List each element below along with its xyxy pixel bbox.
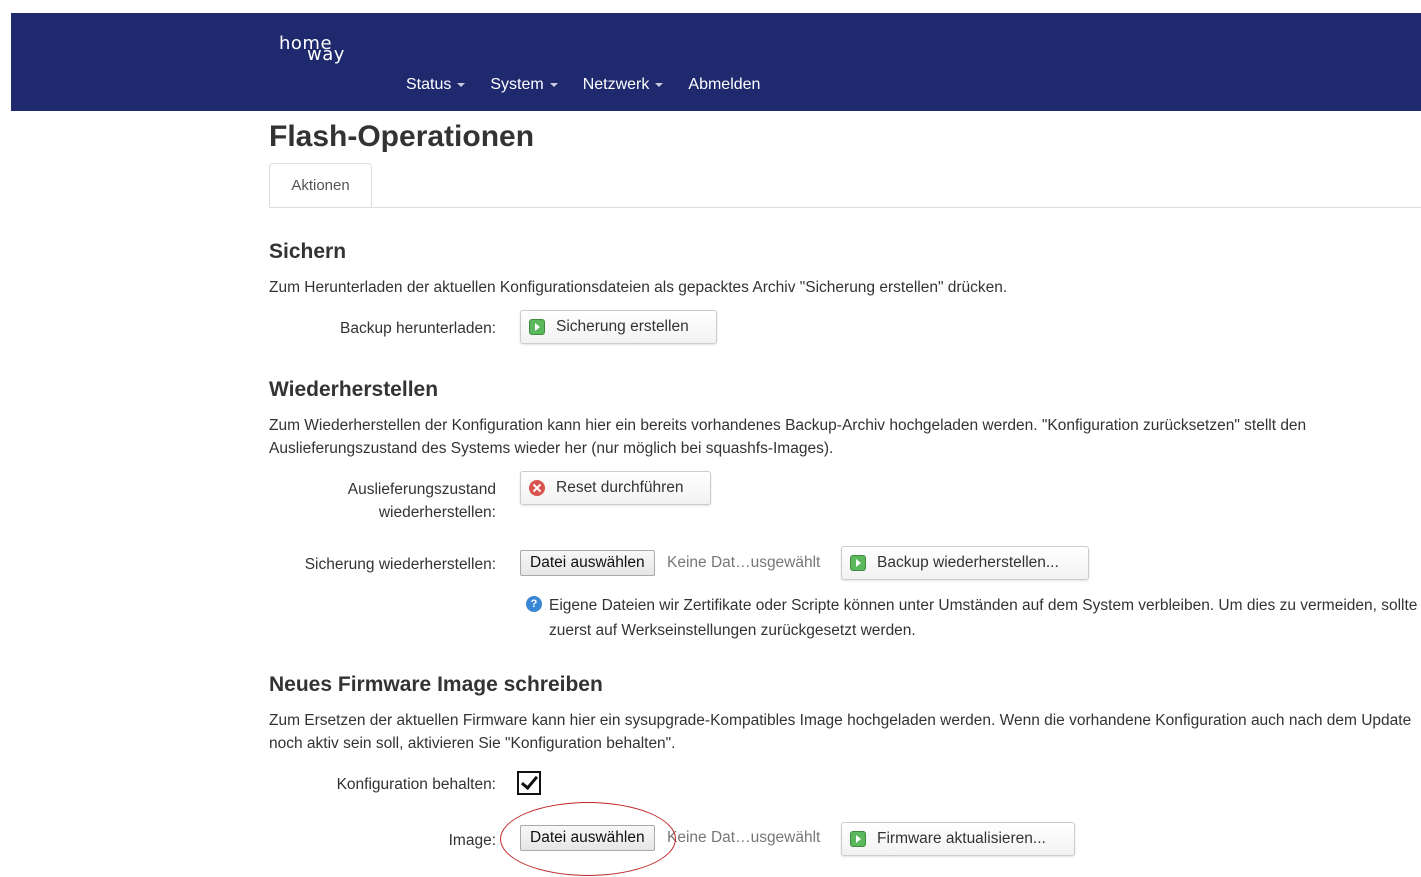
green-play-icon [529,319,545,335]
nav-abmelden-label: Abmelden [688,76,761,93]
tab-aktionen[interactable]: Aktionen [269,163,372,207]
main-nav: Status System Netzwerk Abmelden [406,76,785,94]
nav-status[interactable]: Status [406,76,466,94]
green-play-icon [850,555,866,571]
section-description-wiederherstellen: Zum Wiederherstellen der Konfiguration k… [269,417,1307,457]
image-file-status: Keine Dat…usgewählt [667,829,821,846]
keep-config-label: Konfiguration behalten: [336,776,496,793]
nav-abmelden[interactable]: Abmelden [688,76,760,94]
factory-reset-label: Auslieferungszustand wiederherstellen: [347,481,496,521]
restore-backup-button[interactable]: Backup wiederherstellen... [841,546,1089,580]
section-heading-wiederherstellen: Wiederherstellen [269,378,439,401]
firmware-upgrade-button-label: Firmware aktualisieren... [877,830,1046,847]
create-backup-button[interactable]: Sicherung erstellen [520,310,717,344]
restore-note: Eigene Dateien wir Zertifikate oder Scri… [549,597,1418,639]
green-play-icon [850,831,866,847]
restore-backup-label: Sicherung wiederherstellen: [304,556,496,573]
nav-status-label: Status [406,76,452,93]
firmware-upgrade-button[interactable]: Firmware aktualisieren... [841,822,1075,856]
tabs-divider [269,207,1421,208]
section-heading-sichern: Sichern [269,240,347,263]
section-heading-firmware: Neues Firmware Image schreiben [269,673,603,696]
page-title: Flash-Operationen [269,120,535,153]
nav-system-label: System [490,76,544,93]
chevron-down-icon [655,83,664,87]
restore-backup-button-label: Backup wiederherstellen... [877,554,1059,571]
section-description-sichern: Zum Herunterladen der aktuellen Konfigur… [269,279,1008,296]
logo-text-way: way [307,44,345,65]
section-description-firmware: Zum Ersetzen der aktuellen Firmware kann… [269,712,1412,752]
restore-file-chooser-button[interactable]: Datei auswählen [520,550,655,576]
keep-config-checkbox[interactable] [517,771,541,795]
reset-button-label: Reset durchführen [556,479,684,496]
nav-netzwerk[interactable]: Netzwerk [583,76,664,94]
nav-netzwerk-label: Netzwerk [582,76,650,93]
chevron-down-icon [457,83,466,87]
nav-system[interactable]: System [490,76,558,94]
create-backup-button-label: Sicherung erstellen [556,318,689,335]
backup-download-label: Backup herunterladen: [340,320,496,337]
image-label: Image: [448,832,496,849]
restore-file-status: Keine Dat…usgewählt [667,554,821,571]
top-navbar: home way Status System Netzwerk Abmelden [11,13,1421,111]
reset-button[interactable]: Reset durchführen [520,471,711,505]
red-x-icon [529,480,545,496]
red-annotation-ellipse [500,802,676,876]
homeway-logo[interactable]: home way [279,33,363,65]
chevron-down-icon [549,83,558,87]
